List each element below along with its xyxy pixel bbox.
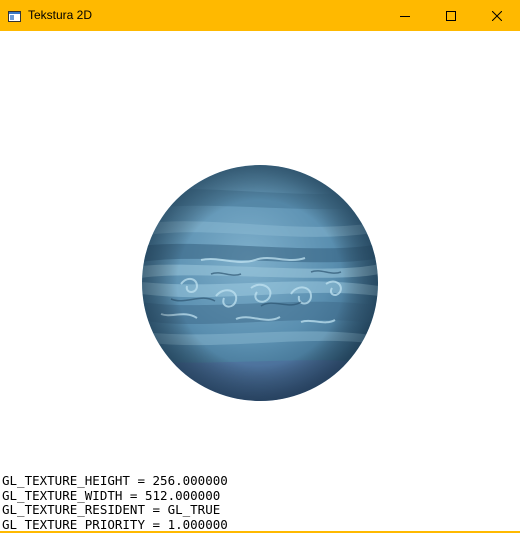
close-icon [492,10,502,21]
title-bar[interactable]: Tekstura 2D [0,0,520,31]
window-title: Tekstura 2D [28,8,93,22]
close-button[interactable] [474,0,520,31]
texture-info-list: GL_TEXTURE_HEIGHT = 256.000000 GL_TEXTUR… [2,473,228,532]
maximize-icon [446,10,456,21]
minimize-icon [400,15,410,17]
minimize-button[interactable] [382,0,428,31]
texture-height-text: GL_TEXTURE_HEIGHT = 256.000000 [2,473,228,488]
gl-render-canvas[interactable]: GL_TEXTURE_HEIGHT = 256.000000 GL_TEXTUR… [0,31,520,531]
maximize-button[interactable] [428,0,474,31]
textured-sphere [142,165,378,401]
texture-width-text: GL_TEXTURE_WIDTH = 512.000000 [2,487,221,503]
app-icon[interactable] [8,9,21,22]
texture-resident-text: GL_TEXTURE_RESIDENT = GL_TRUE [2,502,221,518]
app-window: Tekstura 2D GL_TEXTURE_HEIGHT = 256.0000… [0,0,520,533]
